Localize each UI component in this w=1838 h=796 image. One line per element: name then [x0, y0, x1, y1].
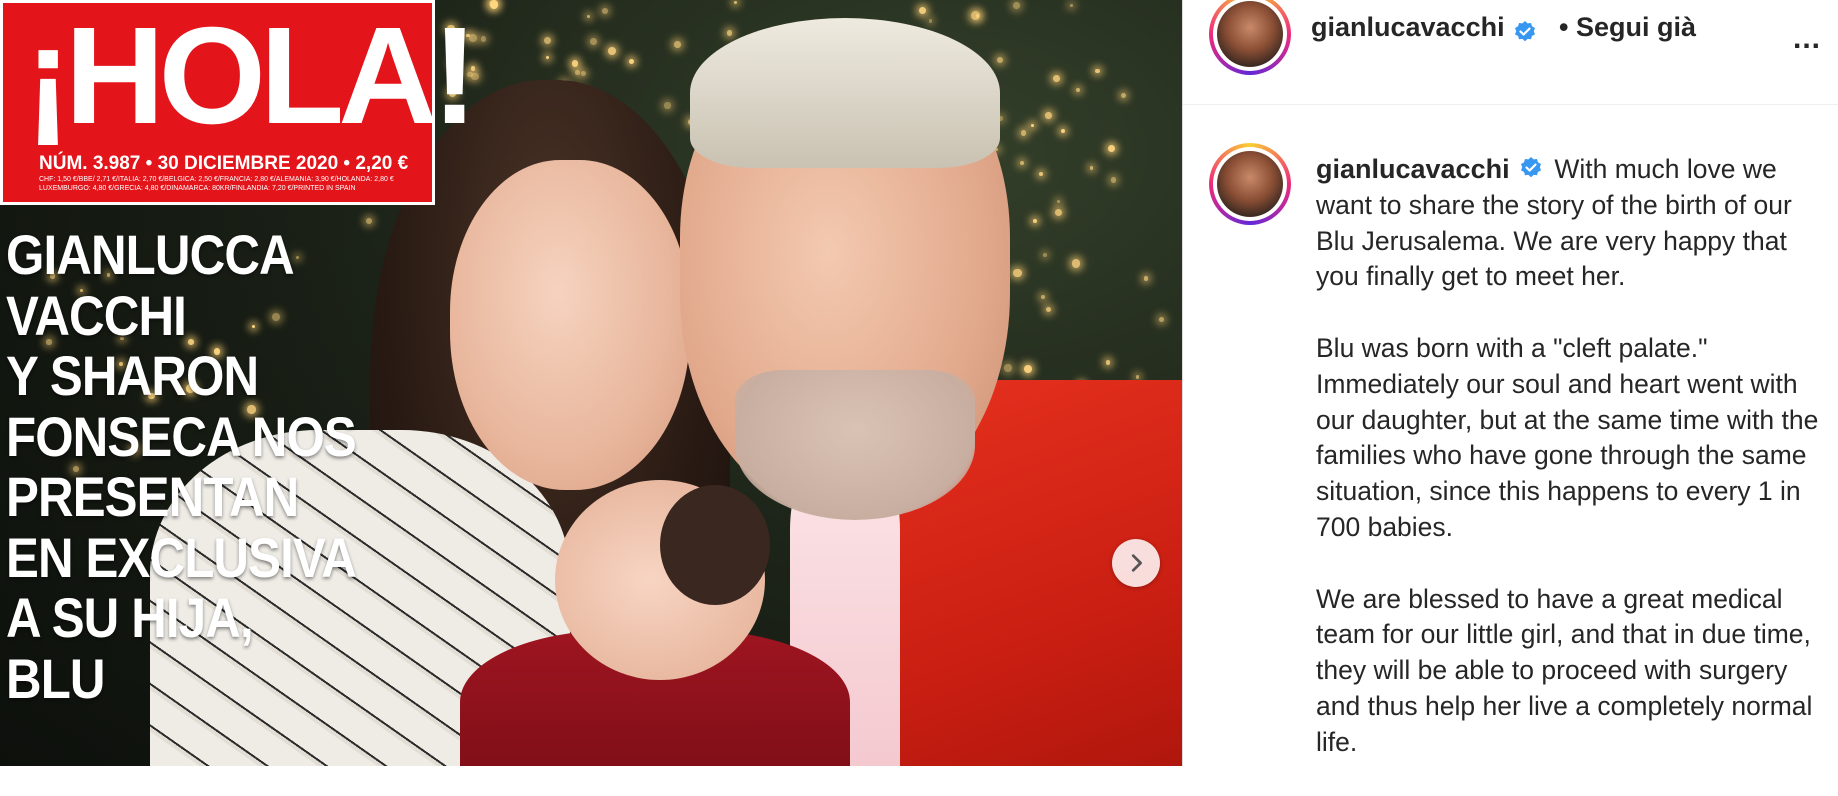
light-bokeh — [1056, 199, 1061, 204]
light-bokeh — [1012, 1, 1020, 9]
headline-line: A SU HIJA, — [6, 586, 254, 649]
man-beard — [735, 370, 975, 520]
verified-badge-icon — [1515, 20, 1536, 42]
light-bokeh — [1135, 375, 1140, 379]
light-bokeh — [1158, 316, 1164, 322]
caption-username[interactable]: gianlucavacchi — [1316, 154, 1510, 184]
magazine-issue-line: NÚM. 3.987 • 30 DICIEMBRE 2020 • 2,20 € — [39, 153, 409, 174]
light-bokeh — [726, 30, 733, 36]
light-bokeh — [1004, 364, 1012, 373]
light-bokeh — [571, 60, 579, 67]
magazine-logo: ¡HOLA! — [25, 0, 478, 153]
light-bokeh — [674, 40, 682, 48]
woman-face — [450, 160, 690, 490]
light-bokeh — [1111, 177, 1117, 183]
headline-line: EN EXCLUSIVA — [6, 525, 357, 589]
light-bokeh — [1024, 365, 1033, 374]
light-bokeh — [733, 0, 738, 5]
light-bokeh — [1020, 130, 1026, 136]
magazine-masthead: ¡HOLA! NÚM. 3.987 • 30 DICIEMBRE 2020 • … — [0, 0, 478, 205]
light-bokeh — [1038, 171, 1043, 176]
light-bokeh — [1041, 294, 1046, 299]
light-bokeh — [365, 217, 373, 224]
light-bokeh — [1054, 208, 1063, 217]
light-bokeh — [1143, 276, 1149, 281]
light-bokeh — [1042, 253, 1047, 258]
light-bokeh — [1106, 360, 1111, 365]
light-bokeh — [1107, 145, 1115, 153]
light-bokeh — [1046, 306, 1052, 312]
chevron-right-icon — [1131, 554, 1142, 572]
post-caption: gianlucavacchi With much love we want to… — [1316, 152, 1826, 796]
light-bokeh — [918, 6, 927, 15]
light-bokeh — [1095, 68, 1101, 74]
light-bokeh — [1069, 4, 1073, 8]
light-bokeh — [589, 37, 597, 45]
headline-line: FONSECA NOS — [6, 404, 357, 468]
avatar-image — [1217, 1, 1283, 67]
light-bokeh — [629, 59, 634, 65]
light-bokeh — [1060, 128, 1065, 134]
post-media-image[interactable]: ¡HOLA! NÚM. 3.987 • 30 DICIEMBRE 2020 • … — [0, 0, 1182, 766]
light-bokeh — [664, 102, 671, 109]
light-bokeh — [580, 70, 587, 76]
light-bokeh — [1120, 92, 1126, 98]
headline-line: Y SHARON — [6, 344, 259, 407]
light-bokeh — [602, 8, 608, 15]
man-hair — [690, 18, 1000, 168]
light-bokeh — [975, 14, 980, 18]
follow-status-button[interactable]: • Segui già — [1559, 12, 1696, 43]
light-bokeh — [1030, 124, 1034, 128]
light-bokeh — [1013, 268, 1022, 277]
headline-line: GIANLUCCA — [6, 223, 295, 286]
post-side-panel: gianlucavacchi • Segui già ... gianlucav… — [1182, 0, 1838, 766]
caption-paragraph: Blu was born with a "cleft palate." Imme… — [1316, 332, 1819, 542]
light-bokeh — [996, 56, 1003, 63]
light-bokeh — [490, 0, 499, 9]
headline-line: PRESENTAN — [6, 465, 299, 528]
light-bokeh — [1045, 112, 1052, 119]
verified-badge-icon — [1520, 157, 1541, 178]
light-bokeh — [480, 35, 487, 42]
light-bokeh — [1033, 219, 1037, 223]
light-bokeh — [575, 70, 580, 75]
author-username[interactable]: gianlucavacchi — [1311, 12, 1505, 42]
headline-line: BLU — [6, 646, 106, 710]
light-bokeh — [928, 19, 933, 23]
light-bokeh — [608, 47, 617, 56]
magazine-headline: GIANLUCCA VACCHI Y SHARON FONSECA NOS PR… — [6, 225, 376, 709]
light-bokeh — [1052, 74, 1060, 82]
caption-author-avatar[interactable] — [1209, 143, 1291, 225]
next-image-button[interactable] — [1112, 539, 1160, 587]
light-bokeh — [1090, 166, 1094, 170]
light-bokeh — [1076, 87, 1081, 92]
magazine-fine-print: CHF: 1,50 €/BBE/ 2,71 €/ITALIA: 2,70 €/B… — [39, 176, 394, 192]
baby-hair — [660, 485, 770, 605]
headline-line: VACCHI — [6, 283, 187, 347]
light-bokeh — [1020, 160, 1025, 166]
author-avatar[interactable] — [1209, 0, 1291, 75]
light-bokeh — [587, 14, 591, 18]
more-options-icon[interactable]: ... — [1793, 22, 1821, 56]
avatar-image — [1217, 151, 1283, 217]
caption-paragraph: We are blessed to have a great medical t… — [1316, 583, 1813, 757]
light-bokeh — [1071, 259, 1081, 268]
post-header: gianlucavacchi • Segui già ... — [1183, 0, 1838, 105]
